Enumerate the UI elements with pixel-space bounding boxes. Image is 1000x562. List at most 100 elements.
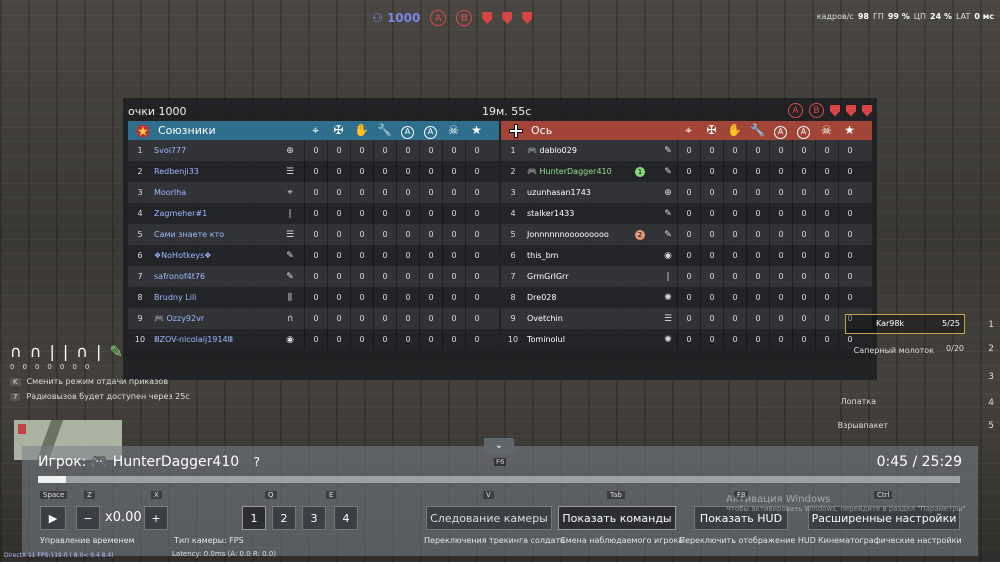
- weapon-name: Kar98k: [876, 319, 905, 328]
- player-stats: 00000000: [304, 329, 488, 350]
- stat-cell: 0: [838, 266, 861, 287]
- play-button[interactable]: ▶: [40, 506, 66, 530]
- stat-cell: 0: [700, 140, 723, 161]
- stat-cell: 0: [327, 329, 350, 350]
- player-stats: 00000000: [304, 224, 488, 245]
- player-row[interactable]: 3 uzunhasan1743 ⊕ 0 0 0 0 0 0 0 0: [501, 182, 872, 203]
- objective-b-icon: B: [809, 103, 824, 118]
- key-z: Z: [84, 491, 95, 499]
- player-row[interactable]: 4 stalker1433 ✎ 0 0 0 0 0 0 0 0: [501, 203, 872, 224]
- stat-cell: 0: [396, 161, 419, 182]
- role-icon: ◉: [286, 334, 294, 345]
- player-row[interactable]: 4 Zagmeher#1 | 0 0 0 0 0 0 0 0: [128, 203, 499, 224]
- camera-4-button[interactable]: 4: [334, 506, 358, 530]
- squad-hud: ∩ ∩ | | ∩ | ✎ 0 0 0 0 0 0 0 K Сменить ре…: [10, 342, 190, 401]
- player-row[interactable]: 5 Jonnnnnnooooooooo 2 ✎ 0 0 0 0 0 0 0 0: [501, 224, 872, 245]
- cross-flag-icon: [507, 123, 525, 138]
- stat-cell: 0: [746, 329, 769, 350]
- stat-cell: 0: [723, 140, 746, 161]
- collapse-panel-button[interactable]: ⌄: [484, 438, 514, 454]
- player-row[interactable]: 3 Moorlha ⌖ 0 0 0 0 0 0 0 0: [128, 182, 499, 203]
- help-icon[interactable]: ?: [254, 455, 260, 469]
- stat-cell: 0: [792, 245, 815, 266]
- player-row[interactable]: 9 Ovetchin ☰ 0 0 0 0 0 0 0 0: [501, 308, 872, 329]
- player-number: 2: [510, 167, 516, 176]
- camera-3-button[interactable]: 3: [302, 506, 326, 530]
- stat-cell: 0: [723, 161, 746, 182]
- objective-a-icon: A: [792, 123, 815, 139]
- player-row[interactable]: 8 Brudny Lili ⫼ 0 0 0 0 0 0 0 0: [128, 287, 499, 308]
- stat-cell: 0: [815, 203, 838, 224]
- player-row[interactable]: 1 🎮 dablo029 ✎ 0 0 0 0 0 0 0 0: [501, 140, 872, 161]
- stat-cell: 0: [396, 224, 419, 245]
- key-f6: F6: [494, 458, 507, 466]
- stat-cell: 0: [838, 287, 861, 308]
- stat-cell: 0: [677, 140, 700, 161]
- stat-cell: 0: [373, 161, 396, 182]
- stat-cell: 0: [838, 140, 861, 161]
- lat-value: 0 мс: [974, 12, 994, 21]
- squad-count: 0: [59, 363, 65, 371]
- player-row[interactable]: 1 Svoi777 ⊕ 0 0 0 0 0 0 0 0: [128, 140, 499, 161]
- stat-cell: 0: [723, 287, 746, 308]
- stat-cell: 0: [815, 329, 838, 350]
- player-stats: 00000000: [677, 287, 861, 308]
- stat-cell: 0: [304, 266, 327, 287]
- stat-cell: 0: [723, 266, 746, 287]
- player-row[interactable]: 10 Tominolul ✺ 0 0 0 0 0 0 0 0: [501, 329, 872, 350]
- role-icon: ∩: [286, 313, 294, 324]
- stat-cell: 0: [419, 161, 442, 182]
- replay-progress-bar[interactable]: [38, 476, 960, 483]
- player-row[interactable]: 7 safronof4t76 ✎ 0 0 0 0 0 0 0 0: [128, 266, 499, 287]
- player-row[interactable]: 9 🎮 Ozzy92vr ∩ 0 0 0 0 0 0 0 0: [128, 308, 499, 329]
- stat-cell: 0: [700, 287, 723, 308]
- player-stats: 00000000: [677, 140, 861, 161]
- stat-cell: 0: [465, 224, 488, 245]
- stat-cell: 0: [792, 161, 815, 182]
- stat-cell: 0: [746, 203, 769, 224]
- stat-cell: 0: [419, 140, 442, 161]
- axis-header: Ось ⌖ ✠ ✋ 🔧 A A ☠ ★: [501, 121, 872, 140]
- squad-count: 0: [10, 363, 15, 371]
- player-row[interactable]: 6 ❖NoHotkeys❖ ✎ 0 0 0 0 0 0 0 0: [128, 245, 499, 266]
- team-score-value: 1000: [386, 11, 421, 25]
- stat-cell: 0: [769, 266, 792, 287]
- stat-cell: 0: [350, 203, 373, 224]
- stat-cell: 0: [723, 182, 746, 203]
- follow-camera-button[interactable]: Следование камеры: [426, 506, 552, 530]
- slower-button[interactable]: −: [76, 506, 100, 530]
- stat-cell: 0: [792, 287, 815, 308]
- faster-button[interactable]: +: [144, 506, 168, 530]
- stat-cell: 0: [465, 161, 488, 182]
- scoreboard-header: очки 1000 19м. 55с A B: [128, 103, 872, 119]
- stat-cell: 0: [442, 308, 465, 329]
- stat-cell: 0: [700, 245, 723, 266]
- stat-cell: 0: [373, 287, 396, 308]
- player-row[interactable]: 7 GrmGrlGrr | 0 0 0 0 0 0 0 0: [501, 266, 872, 287]
- player-row[interactable]: 8 Dre028 ✺ 0 0 0 0 0 0 0 0: [501, 287, 872, 308]
- player-number: 9: [137, 314, 143, 323]
- stat-cell: 0: [792, 140, 815, 161]
- player-name: safronof4t76: [154, 272, 206, 281]
- weapon-slot-1: Kar98k 5/25: [845, 314, 965, 334]
- stat-cell: 0: [746, 308, 769, 329]
- caption-follow: Переключения трекинга солдата: [424, 536, 566, 545]
- hand-icon: ✋: [354, 122, 369, 137]
- gpu-value: 99 %: [887, 12, 910, 21]
- camera-1-button[interactable]: 1: [242, 506, 266, 530]
- player-row[interactable]: 6 this_bm ◉ 0 0 0 0 0 0 0 0: [501, 245, 872, 266]
- hint-order-mode: K Сменить режим отдачи приказов: [10, 377, 190, 386]
- player-row[interactable]: 2 🎮 HunterDagger410 1 ✎ 0 0 0 0 0 0 0 0: [501, 161, 872, 182]
- player-row[interactable]: 2 Redbenji33 ☰ 0 0 0 0 0 0 0 0: [128, 161, 499, 182]
- role-icon: ☰: [285, 229, 295, 240]
- latency-readout: Latency: 0.0ms (A: 0.0 R: 0.0): [172, 550, 276, 558]
- camera-2-button[interactable]: 2: [272, 506, 296, 530]
- player-row[interactable]: 5 Сами знаете кто ☰ 0 0 0 0 0 0 0 0: [128, 224, 499, 245]
- show-teams-button[interactable]: Показать команды: [558, 506, 676, 530]
- stat-cell: 0: [327, 203, 350, 224]
- stat-cell: 0: [373, 224, 396, 245]
- role-icon: ⊕: [664, 187, 672, 198]
- objective-b-icon: B: [456, 10, 473, 26]
- stat-cell: 0: [723, 308, 746, 329]
- stat-cell: 0: [465, 182, 488, 203]
